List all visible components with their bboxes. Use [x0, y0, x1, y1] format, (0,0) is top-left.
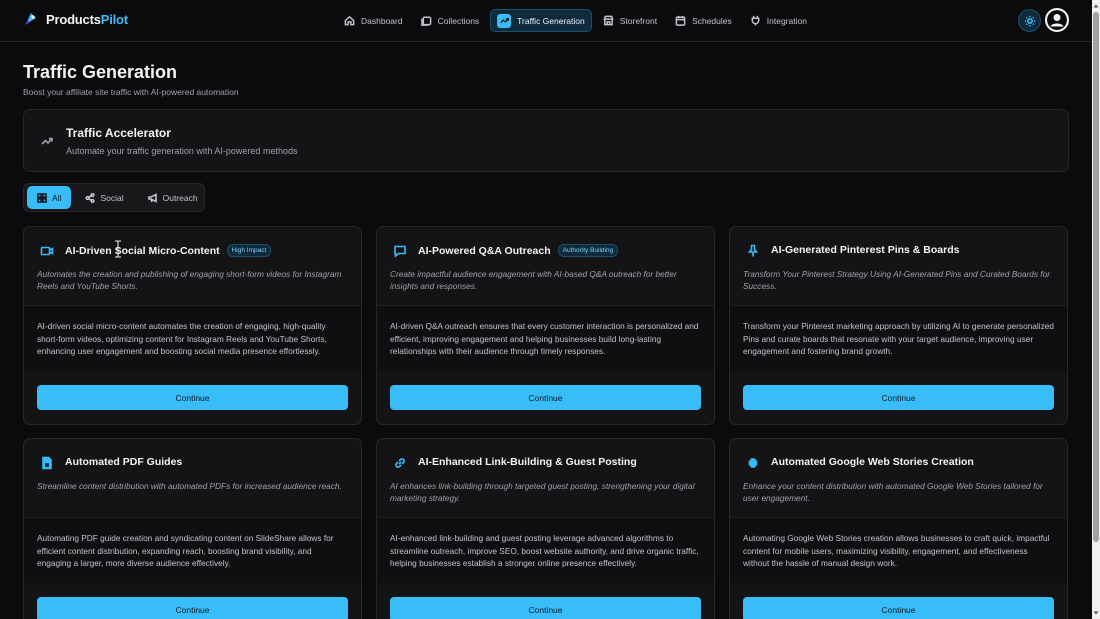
card-tagline: Streamline content distribution with aut…: [37, 481, 342, 491]
card-description: Automating PDF guide creation and syndic…: [24, 517, 361, 583]
brand[interactable]: ProductsPilot: [22, 10, 128, 28]
card-web-stories: Automated Google Web Stories Creation En…: [729, 438, 1068, 619]
card-title: AI-Generated Pinterest Pins & Boards: [771, 244, 960, 256]
pin-icon: [746, 244, 760, 258]
filter-label: All: [52, 192, 62, 203]
web-stories-icon: [746, 456, 760, 470]
continue-button[interactable]: Continue: [37, 597, 348, 619]
grid-icon: [37, 192, 47, 203]
home-icon: [344, 15, 355, 26]
continue-button[interactable]: Continue: [743, 597, 1054, 619]
trending-up-icon: [497, 13, 512, 28]
filter-outreach[interactable]: Outreach: [138, 186, 208, 209]
filter-social[interactable]: Social: [75, 186, 133, 209]
nav-collections[interactable]: Collections: [414, 9, 487, 32]
banner-title: Traffic Accelerator: [66, 126, 171, 140]
main-nav: Dashboard Collections Traffic Generation…: [337, 9, 814, 32]
filter-label: Outreach: [162, 192, 198, 203]
continue-button[interactable]: Continue: [390, 385, 701, 410]
continue-button[interactable]: Continue: [37, 385, 348, 410]
card-title: AI-Powered Q&A Outreach Authority Buildin…: [418, 244, 619, 257]
calendar-icon: [675, 15, 686, 26]
card-title: Automated Google Web Stories Creation: [771, 456, 974, 468]
link-icon: [393, 456, 407, 470]
nav-schedules[interactable]: Schedules: [668, 9, 739, 32]
scrollbar-thumb[interactable]: [1093, 12, 1099, 542]
filter-label: Social: [100, 192, 124, 203]
user-avatar-button[interactable]: [1045, 8, 1069, 32]
traffic-accelerator-banner: Traffic Accelerator Automate your traffi…: [23, 109, 1069, 172]
card-link-building: AI-Enhanced Link-Building & Guest Postin…: [376, 438, 715, 619]
card-title: AI-Driven Social Micro-Content High Impac…: [65, 244, 272, 257]
nav-label: Schedules: [692, 15, 732, 26]
scroll-down-arrow-icon[interactable]: [1093, 610, 1099, 616]
card-description: Automating Google Web Stories creation a…: [730, 517, 1067, 583]
trending-up-icon: [40, 134, 54, 148]
nav-storefront[interactable]: Storefront: [596, 9, 664, 32]
megaphone-icon: [147, 192, 157, 203]
filter-tabs: All Social Outreach: [23, 183, 205, 212]
user-icon: [1047, 10, 1067, 30]
page-subtitle: Boost your affiliate site traffic with A…: [23, 87, 239, 97]
card-description: AI-driven social micro-content automates…: [24, 305, 361, 371]
nav-label: Dashboard: [361, 15, 403, 26]
nav-label: Integration: [766, 15, 807, 26]
card-description: AI-driven Q&A outreach ensures that ever…: [377, 305, 714, 371]
card-title: AI-Enhanced Link-Building & Guest Postin…: [418, 456, 637, 468]
rocket-logo-icon: [22, 10, 40, 28]
impact-badge: High Impact: [226, 244, 272, 257]
card-social-micro-content: AI-Driven Social Micro-Content High Impac…: [23, 226, 362, 425]
pdf-icon: [40, 456, 54, 470]
card-tagline: Automates the creation and publishing of…: [37, 269, 342, 291]
page-title: Traffic Generation: [23, 62, 178, 82]
filter-all[interactable]: All: [27, 186, 72, 209]
card-tagline: Create impactful audience engagement wit…: [390, 269, 677, 291]
card-pdf-guides: Automated PDF Guides Streamline content …: [23, 438, 362, 619]
chat-icon: [393, 244, 407, 258]
sun-icon: [1024, 15, 1035, 26]
authority-badge: Authority Building: [557, 244, 619, 257]
continue-button[interactable]: Continue: [390, 597, 701, 619]
nav-integration[interactable]: Integration: [743, 9, 814, 32]
theme-toggle-button[interactable]: [1018, 9, 1041, 32]
plug-icon: [751, 15, 760, 26]
store-icon: [603, 15, 614, 26]
nav-label: Traffic Generation: [517, 15, 585, 26]
card-description: Transform your Pinterest marketing appro…: [730, 305, 1067, 371]
card-title: Automated PDF Guides: [65, 456, 183, 468]
card-pinterest-pins: AI-Generated Pinterest Pins & Boards Tra…: [729, 226, 1068, 425]
top-navbar: ProductsPilot Dashboard Collections Traf…: [0, 0, 1092, 42]
nav-label: Storefront: [619, 15, 658, 26]
card-tagline: Transform Your Pinterest Strategy Using …: [743, 269, 1050, 291]
card-tagline: Enhance your content distribution with a…: [743, 481, 1043, 503]
card-description: AI-enhanced link-building and guest post…: [377, 517, 714, 583]
page-scrollbar[interactable]: [1092, 0, 1100, 619]
scroll-up-arrow-icon[interactable]: [1093, 3, 1099, 9]
video-icon: [40, 244, 54, 258]
collections-icon: [420, 16, 431, 26]
nav-label: Collections: [437, 15, 480, 26]
share-icon: [85, 192, 96, 203]
banner-subtitle: Automate your traffic generation with AI…: [66, 146, 298, 156]
brand-name: ProductsPilot: [46, 11, 128, 27]
card-qa-outreach: AI-Powered Q&A Outreach Authority Buildin…: [376, 226, 715, 425]
card-tagline: AI enhances link-building through target…: [390, 481, 695, 503]
text-cursor-icon: [115, 240, 121, 258]
continue-button[interactable]: Continue: [743, 385, 1054, 410]
nav-dashboard[interactable]: Dashboard: [337, 9, 410, 32]
nav-traffic-generation[interactable]: Traffic Generation: [490, 9, 592, 32]
